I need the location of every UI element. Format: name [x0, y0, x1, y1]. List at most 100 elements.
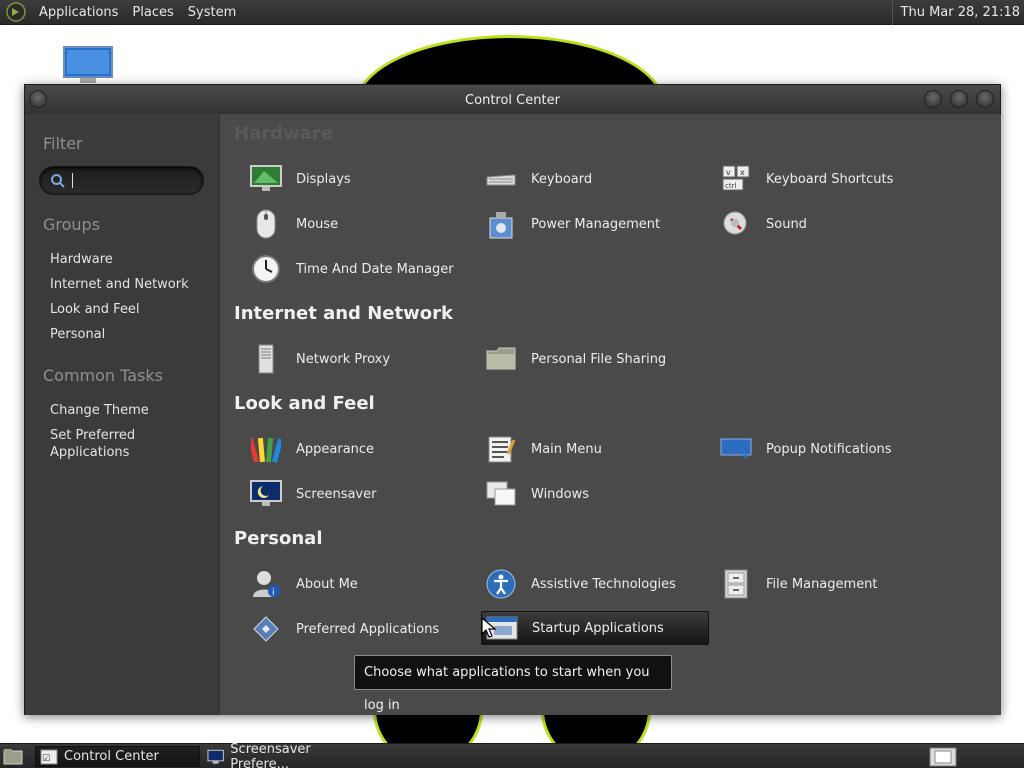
item-label: Preferred Applications [296, 621, 440, 637]
item-keyboard-shortcuts[interactable]: v x ctrl Keyboard Shortcuts [706, 162, 934, 196]
system-menu[interactable]: System [181, 5, 243, 20]
search-input[interactable] [39, 166, 204, 195]
task-change-theme[interactable]: Change Theme [50, 402, 149, 419]
show-desktop-icon[interactable] [3, 748, 23, 765]
window-titlebar[interactable]: Control Center [25, 85, 1000, 114]
item-label: Main Menu [531, 441, 602, 457]
close-button[interactable] [976, 90, 994, 108]
minimize-button[interactable] [924, 90, 942, 108]
folder-share-icon [486, 347, 516, 370]
computer-desktop-icon[interactable] [62, 45, 114, 85]
item-label: Mouse [296, 216, 339, 232]
file-cabinet-icon [724, 569, 748, 599]
item-label: Windows [531, 486, 590, 502]
taskbar-item-label: Control Center [64, 749, 159, 764]
item-label: File Management [766, 576, 878, 592]
item-label: Keyboard [531, 171, 593, 187]
distro-logo-icon[interactable] [6, 2, 26, 22]
preferred-applications-icon [253, 616, 279, 642]
groups-heading: Groups [43, 215, 101, 234]
screensaver-window-icon [207, 749, 224, 764]
text-caret [72, 173, 73, 188]
filter-heading: Filter [43, 134, 83, 153]
sidebar: Filter Groups Hardware Internet and Netw… [25, 114, 219, 715]
item-label: Appearance [296, 441, 375, 457]
display-icon [250, 165, 282, 191]
section-title-internet-and-network: Internet and Network [234, 303, 453, 324]
item-label: Startup Applications [532, 620, 664, 636]
search-icon [51, 174, 65, 188]
screensaver-icon [250, 480, 282, 506]
item-screensaver[interactable]: Screensaver [236, 477, 464, 511]
item-main-menu[interactable]: Main Menu [471, 432, 699, 466]
power-management-icon [489, 212, 513, 239]
accessibility-icon [486, 569, 516, 599]
windows-icon [486, 481, 516, 506]
item-label: Network Proxy [296, 351, 391, 367]
main-menu-icon [488, 436, 516, 463]
places-menu[interactable]: Places [125, 5, 180, 20]
item-label: Keyboard Shortcuts [766, 171, 894, 187]
svg-text:v: v [726, 168, 731, 177]
item-time-and-date-manager[interactable]: Time And Date Manager [236, 252, 464, 286]
item-startup-applications[interactable]: Startup Applications [481, 611, 709, 645]
section-title-hardware: Hardware [234, 123, 333, 144]
content-pane: Hardware Displays Keyboard v x ctrl Keyboa… [219, 114, 1001, 715]
item-windows[interactable]: Windows [471, 477, 699, 511]
item-personal-file-sharing[interactable]: Personal File Sharing [471, 342, 699, 376]
group-look-and-feel[interactable]: Look and Feel [50, 301, 140, 318]
item-label: Popup Notifications [766, 441, 892, 457]
about-me-icon: i [253, 571, 280, 598]
item-label: Screensaver [296, 486, 377, 502]
group-internet-and-network[interactable]: Internet and Network [50, 276, 189, 293]
item-label: Time And Date Manager [296, 261, 454, 277]
top-panel: Applications Places System Thu Mar 28, 2… [0, 0, 1024, 25]
taskbar-item-screensaver-preferences[interactable]: Screensaver Prefere... [203, 742, 368, 768]
item-preferred-applications[interactable]: Preferred Applications [236, 612, 464, 646]
item-label: About Me [296, 576, 358, 592]
item-label: Power Management [531, 216, 661, 232]
section-title-look-and-feel: Look and Feel [234, 393, 375, 414]
item-power-management[interactable]: Power Management [471, 207, 699, 241]
control-center-icon: ☑ [40, 749, 58, 764]
window-title: Control Center [465, 93, 560, 108]
item-label: Personal File Sharing [531, 351, 667, 367]
network-proxy-icon [258, 344, 274, 374]
appearance-icon [251, 437, 281, 463]
section-title-personal: Personal [234, 528, 323, 549]
group-personal[interactable]: Personal [50, 326, 105, 343]
mouse-icon [256, 209, 276, 239]
item-file-management[interactable]: File Management [706, 567, 934, 601]
window-menu-button[interactable] [29, 90, 47, 108]
item-assistive-technologies[interactable]: Assistive Technologies [471, 567, 699, 601]
item-appearance[interactable]: Appearance [236, 432, 464, 466]
item-about-me[interactable]: i About Me [236, 567, 464, 601]
item-popup-notifications[interactable]: Popup Notifications [706, 432, 934, 466]
item-keyboard[interactable]: Keyboard [471, 162, 699, 196]
item-sound[interactable]: Sound [706, 207, 934, 241]
tray-control-center-icon[interactable] [929, 747, 957, 767]
maximize-button[interactable] [950, 90, 968, 108]
svg-text:i: i [272, 588, 275, 598]
item-mouse[interactable]: Mouse [236, 207, 464, 241]
clock-icon [252, 255, 280, 283]
applications-menu[interactable]: Applications [32, 5, 125, 20]
popup-notifications-icon [720, 438, 752, 460]
mouse-cursor-icon [481, 617, 497, 638]
item-displays[interactable]: Displays [236, 162, 464, 196]
keyboard-shortcuts-icon: v xctrl [722, 165, 750, 191]
clock[interactable]: Thu Mar 28, 21:18 [891, 0, 1020, 25]
keyboard-icon [486, 174, 516, 186]
item-label: Displays [296, 171, 351, 187]
svg-text:x: x [740, 168, 745, 177]
item-label: Assistive Technologies [531, 576, 676, 592]
item-network-proxy[interactable]: Network Proxy [236, 342, 464, 376]
taskbar-item-label: Screensaver Prefere... [230, 741, 311, 768]
group-hardware[interactable]: Hardware [50, 251, 113, 268]
common-tasks-heading: Common Tasks [43, 366, 164, 385]
svg-text:☑: ☑ [42, 754, 50, 764]
taskbar-item-control-center[interactable]: ☑ Control Center [35, 746, 200, 767]
control-center-window: Control Center Filter Groups Hardware In… [24, 84, 1001, 715]
bottom-panel: ☑ Control Center Screensaver Prefere... [0, 742, 1024, 768]
task-set-preferred-applications[interactable]: Set Preferred Applications [50, 427, 170, 461]
